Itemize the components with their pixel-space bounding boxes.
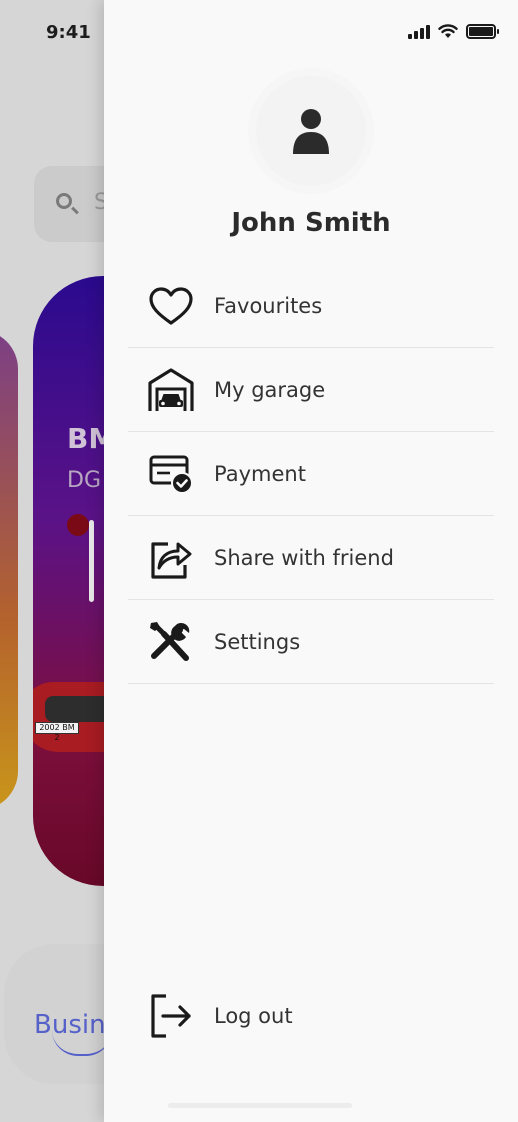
- menu-item-label: Payment: [214, 461, 306, 486]
- avatar[interactable]: [256, 76, 366, 186]
- share-icon: [151, 541, 192, 579]
- logout-icon: [151, 994, 191, 1038]
- menu-item-share-with-friend[interactable]: Share with friend: [128, 516, 494, 600]
- garage-icon: [148, 367, 194, 411]
- user-icon: [293, 109, 329, 154]
- menu-item-settings[interactable]: Settings: [128, 600, 494, 684]
- tools-icon: [150, 621, 190, 661]
- search-icon: [56, 193, 72, 209]
- drawer-menu: Favourites My garage Payment Share with …: [128, 264, 494, 684]
- color-dot: [67, 514, 89, 536]
- car-plate: 2002 BM 2: [35, 722, 79, 742]
- status-icons: [408, 24, 499, 39]
- logout-button[interactable]: Log out: [128, 974, 293, 1058]
- home-indicator: [168, 1103, 352, 1108]
- heart-icon: [149, 286, 193, 325]
- wifi-icon: [438, 24, 458, 38]
- payment-card-icon: [149, 455, 193, 494]
- car-card-subtitle: DG: [67, 468, 101, 493]
- menu-item-my-garage[interactable]: My garage: [128, 348, 494, 432]
- menu-item-payment[interactable]: Payment: [128, 432, 494, 516]
- background-card-left: [0, 330, 18, 810]
- battery-icon: [466, 24, 499, 39]
- user-name: John Smith: [231, 208, 391, 238]
- menu-item-favourites[interactable]: Favourites: [128, 264, 494, 348]
- logout-label: Log out: [214, 1004, 293, 1028]
- menu-item-label: Share with friend: [214, 545, 394, 570]
- status-time: 9:41: [46, 22, 91, 43]
- menu-item-label: Favourites: [214, 293, 323, 318]
- side-drawer: John Smith Favourites My garage Payment …: [104, 0, 518, 1122]
- card-slider-bar: [89, 520, 94, 602]
- menu-item-label: Settings: [214, 629, 301, 654]
- menu-item-label: My garage: [214, 377, 326, 402]
- signal-icon: [408, 24, 430, 39]
